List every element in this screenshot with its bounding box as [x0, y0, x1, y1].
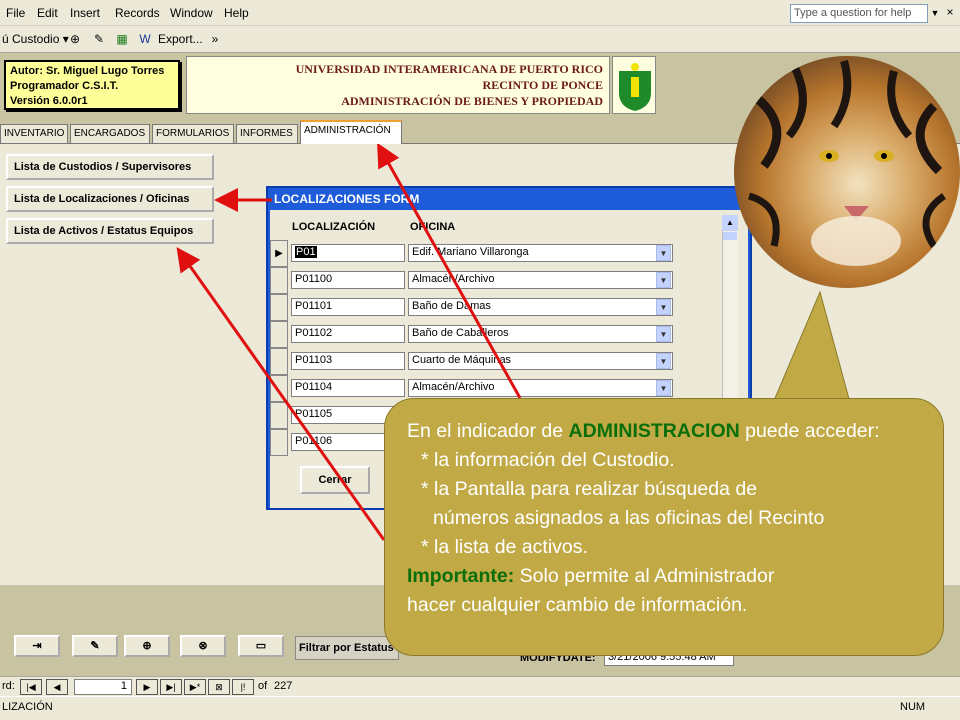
- arrow-to-activos-button: [176, 247, 386, 541]
- callout-intro-text: En el indicador de: [407, 420, 569, 442]
- callout-tail: [769, 290, 853, 411]
- tab-administracion[interactable]: ADMINISTRACIÓN: [300, 120, 402, 144]
- callout-highlight: ADMINISTRACION: [568, 420, 740, 442]
- callout-item-2-cont: números asignados a las oficinas del Rec…: [433, 507, 825, 529]
- callout-important-cont: hacer cualquier cambio de información.: [407, 594, 748, 616]
- callout-item-1: * la información del Custodio.: [421, 449, 675, 471]
- callout-item-2: * la Pantalla para realizar búsqueda de: [421, 478, 758, 500]
- arrow-to-admin-tab: [377, 142, 522, 399]
- info-callout: En el indicador de ADMINISTRACION puede …: [384, 398, 944, 656]
- callout-item-3: * la lista de activos.: [421, 536, 588, 558]
- tiger-image: [734, 56, 960, 288]
- callout-important: Importante: Solo permite al Administrado…: [407, 562, 921, 591]
- callout-intro: En el indicador de ADMINISTRACION puede …: [407, 417, 921, 446]
- important-label: Importante:: [407, 565, 515, 587]
- important-text: Solo permite al Administrador: [514, 565, 775, 587]
- callout-intro-end: puede acceder:: [739, 420, 880, 442]
